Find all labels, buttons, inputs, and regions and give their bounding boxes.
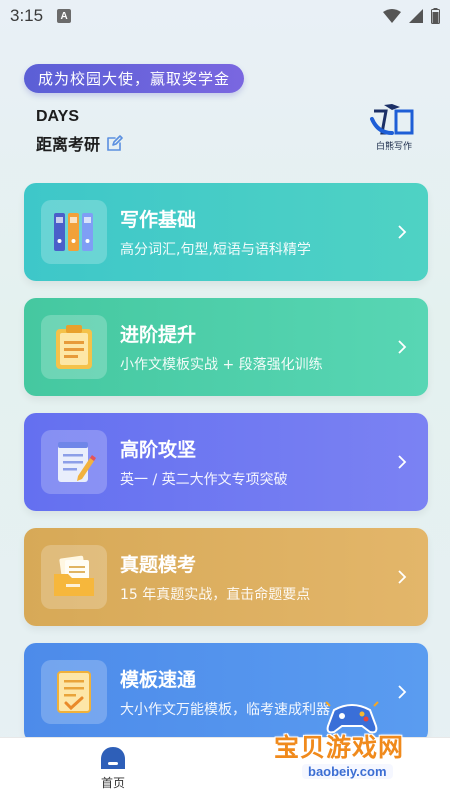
chevron-right-icon <box>398 685 407 699</box>
folder-docs-icon <box>41 545 107 609</box>
card-subtitle: 高分词汇,句型,短语与语科精学 <box>120 242 311 258</box>
bottom-nav: 首页 <box>0 737 450 800</box>
card-subtitle: 英一 / 英二大作文专项突破 <box>120 472 288 488</box>
card-title: 高阶攻坚 <box>120 439 197 461</box>
card-title: 真题模考 <box>120 554 197 576</box>
ambassador-promo-button[interactable]: 成为校园大使，赢取奖学金 <box>24 64 245 93</box>
card-template-speedrun[interactable]: 模板速通 大小作文万能模板，临考速成利器 <box>24 643 428 743</box>
nav-home-label: 首页 <box>100 776 125 790</box>
card-subtitle: 大小作文万能模板，临考速成利器 <box>120 702 330 718</box>
card-writing-basics[interactable]: 写作基础 高分词汇,句型,短语与语科精学 <box>24 183 428 281</box>
countdown-row: 距离考研 <box>36 131 123 155</box>
status-bar: 3:15 A <box>0 0 450 32</box>
owl-logo-icon <box>370 104 414 135</box>
logo-text: 白熊写作 <box>375 142 412 152</box>
card-past-exams[interactable]: 真题模考 15 年真题实战，直击命题要点 <box>24 528 428 626</box>
chevron-right-icon <box>398 225 407 239</box>
edit-icon[interactable] <box>106 134 123 152</box>
card-subtitle: 15 年真题实战，直击命题要点 <box>120 587 311 603</box>
wifi-icon <box>383 9 401 23</box>
notification-badge-icon: A <box>57 9 72 23</box>
checked-doc-icon <box>41 660 107 724</box>
card-title: 进阶提升 <box>120 324 197 346</box>
app-logo: 白熊写作 <box>368 103 420 152</box>
status-time: 3:15 <box>10 6 44 25</box>
countdown-title: 距离考研 <box>36 135 101 154</box>
nav-home-tab[interactable]: 首页 <box>90 746 136 796</box>
clipboard-icon <box>41 315 107 379</box>
battery-icon <box>431 8 440 24</box>
card-high-level-challenge[interactable]: 高阶攻坚 英一 / 英二大作文专项突破 <box>24 413 428 511</box>
chevron-right-icon <box>398 570 407 584</box>
card-advanced-improvement[interactable]: 进阶提升 小作文模板实战 + 段落强化训练 <box>24 298 428 396</box>
chevron-right-icon <box>398 455 407 469</box>
binders-icon <box>41 200 107 264</box>
card-title: 写作基础 <box>120 209 197 231</box>
chevron-right-icon <box>398 340 407 354</box>
days-label: DAYS <box>36 108 79 125</box>
card-title: 模板速通 <box>120 669 197 691</box>
notepad-pen-icon <box>41 430 107 494</box>
card-subtitle: 小作文模板实战 + 段落强化训练 <box>120 357 323 373</box>
home-icon <box>101 747 125 769</box>
signal-icon <box>409 9 423 23</box>
